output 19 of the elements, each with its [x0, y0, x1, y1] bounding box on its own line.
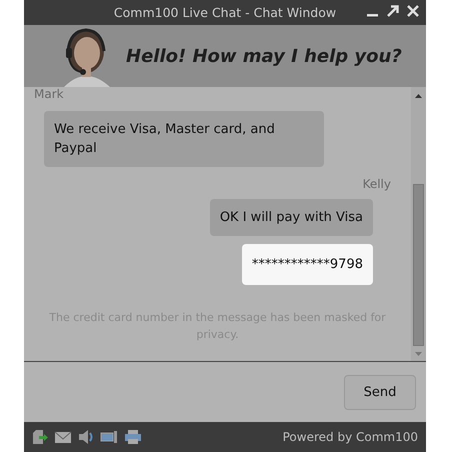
masked-card-number: ************9798 — [242, 244, 373, 285]
message-bubble: We receive Visa, Master card, and Paypal — [44, 111, 324, 167]
monitor-icon[interactable] — [100, 430, 118, 444]
send-button[interactable]: Send — [344, 374, 416, 410]
scrollbar[interactable] — [411, 87, 426, 361]
exit-icon[interactable] — [32, 429, 48, 445]
window-title: Comm100 Live Chat - Chat Window — [114, 5, 336, 20]
greeting-text: Hello! How may I help you? — [126, 46, 402, 66]
envelope-icon[interactable] — [54, 430, 72, 444]
close-icon[interactable] — [406, 4, 420, 18]
speaker-icon[interactable] — [78, 429, 94, 445]
sender-name: Mark — [34, 87, 64, 101]
message-bubble: OK I will pay with Visa — [210, 199, 373, 236]
arrow-icon[interactable] — [386, 4, 400, 18]
scrollbar-thumb[interactable] — [413, 184, 424, 346]
sender-name: Kelly — [362, 177, 391, 191]
message-input[interactable]: Send — [24, 362, 426, 422]
powered-by-text: Powered by Comm100 — [282, 430, 418, 444]
printer-icon[interactable] — [124, 429, 142, 445]
